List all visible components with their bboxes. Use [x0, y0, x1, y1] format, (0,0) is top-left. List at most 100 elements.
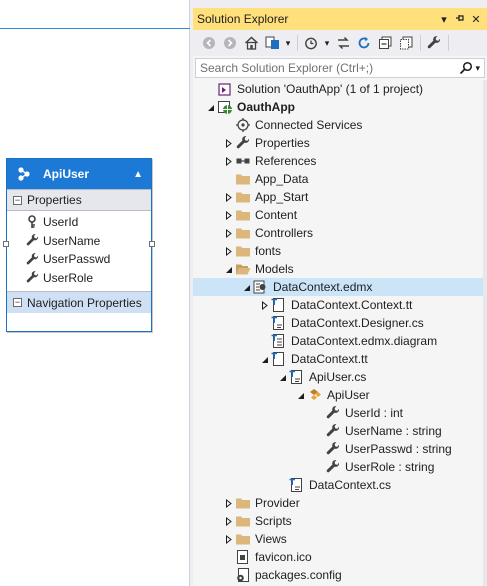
switch-views-icon[interactable]: [262, 33, 282, 53]
tree-item[interactable]: fonts: [193, 242, 487, 260]
filter-dropdown-icon[interactable]: ▾: [322, 33, 332, 53]
tree-item[interactable]: DataContext.tt: [193, 350, 487, 368]
entity-property-username[interactable]: UserName: [25, 232, 151, 251]
collapse-minus-icon[interactable]: −: [13, 195, 22, 205]
close-icon[interactable]: ✕: [469, 13, 483, 26]
switch-views-dropdown-icon[interactable]: ▾: [283, 33, 293, 53]
tree-item-label: Connected Services: [255, 118, 363, 132]
references-icon: [235, 153, 251, 169]
expanded-arrow-icon[interactable]: [239, 280, 253, 294]
collapsed-arrow-icon[interactable]: [221, 514, 235, 528]
tree-item[interactable]: Controllers: [193, 224, 487, 242]
collapsed-arrow-icon[interactable]: [221, 532, 235, 546]
resize-handle-left[interactable]: [3, 241, 9, 247]
chevron-up-icon[interactable]: ▲: [133, 169, 143, 180]
tree-item[interactable]: App_Start: [193, 188, 487, 206]
tree-item[interactable]: Properties: [193, 134, 487, 152]
tree-item[interactable]: Solution 'OauthApp' (1 of 1 project): [193, 80, 487, 98]
expanded-arrow-icon[interactable]: [275, 370, 289, 384]
collapsed-arrow-icon[interactable]: [221, 154, 235, 168]
collapsed-arrow-icon[interactable]: [221, 190, 235, 204]
expanded-arrow-icon[interactable]: [257, 352, 271, 366]
edmx-designer-canvas[interactable]: ApiUser ▲ − Properties UserId UserName U…: [0, 0, 190, 586]
tree-item-label: DataContext.edmx: [273, 280, 373, 294]
solution-explorer-title-bar[interactable]: Solution Explorer ▾ ✕: [193, 8, 487, 30]
tree-item[interactable]: OauthApp: [193, 98, 487, 116]
entity-apiuser[interactable]: ApiUser ▲ − Properties UserId UserName U…: [3, 158, 155, 332]
collapsed-arrow-icon[interactable]: [221, 208, 235, 222]
tree-item-label: App_Data: [255, 172, 309, 186]
show-all-files-icon[interactable]: [396, 33, 416, 53]
collapsed-arrow-icon[interactable]: [221, 244, 235, 258]
key-property-icon: [25, 215, 39, 229]
tree-item[interactable]: Scripts: [193, 512, 487, 530]
navigation-properties-section-header[interactable]: − Navigation Properties: [7, 291, 151, 313]
tree-item[interactable]: Provider: [193, 494, 487, 512]
entity-property-userid[interactable]: UserId: [25, 213, 151, 232]
expanded-arrow-icon[interactable]: [203, 100, 217, 114]
vertical-scrollbar[interactable]: [483, 80, 487, 586]
entity-property-label: UserRole: [43, 270, 94, 285]
tree-item[interactable]: ApiUser: [193, 386, 487, 404]
collapse-minus-icon[interactable]: −: [13, 298, 22, 307]
resize-handle-right[interactable]: [149, 241, 155, 247]
properties-section-header[interactable]: − Properties: [7, 189, 151, 211]
tree-item[interactable]: UserPasswd : string: [193, 440, 487, 458]
window-position-dropdown-icon[interactable]: ▾: [437, 13, 451, 26]
tree-item[interactable]: UserId : int: [193, 404, 487, 422]
pending-changes-filter-icon[interactable]: [301, 33, 321, 53]
entity-property-userpasswd[interactable]: UserPasswd: [25, 250, 151, 269]
entity-header[interactable]: ApiUser ▲: [7, 159, 151, 189]
tree-item[interactable]: packages.config: [193, 566, 487, 584]
tree-item[interactable]: Connected Services: [193, 116, 487, 134]
tree-item[interactable]: UserRole : string: [193, 458, 487, 476]
search-options-dropdown-icon[interactable]: ▾: [475, 63, 480, 74]
properties-wrench-icon[interactable]: [424, 33, 444, 53]
expanded-arrow-icon[interactable]: [221, 262, 235, 276]
collapsed-arrow-icon[interactable]: [221, 226, 235, 240]
solution-explorer-search[interactable]: ▾: [195, 58, 485, 78]
tree-item[interactable]: ApiUser.cs: [193, 368, 487, 386]
navigation-properties-label: Navigation Properties: [27, 295, 142, 310]
tree-item[interactable]: DataContext.edmx: [193, 278, 487, 296]
tree-item[interactable]: Views: [193, 530, 487, 548]
home-icon[interactable]: [241, 33, 261, 53]
tree-item-label: ApiUser.cs: [309, 370, 367, 384]
wrench-icon: [325, 459, 341, 475]
tree-item[interactable]: Content: [193, 206, 487, 224]
class-icon: [307, 387, 323, 403]
refresh-icon[interactable]: [354, 33, 374, 53]
search-icon[interactable]: [459, 61, 473, 75]
entity-type-icon: [15, 165, 33, 183]
entity-name: ApiUser: [43, 167, 90, 181]
tree-item[interactable]: References: [193, 152, 487, 170]
tree-item[interactable]: DataContext.Designer.cs: [193, 314, 487, 332]
tree-item[interactable]: DataContext.edmx.diagram: [193, 332, 487, 350]
tree-item[interactable]: UserName : string: [193, 422, 487, 440]
pin-icon[interactable]: [453, 13, 467, 26]
expanded-arrow-icon[interactable]: [293, 388, 307, 402]
collapse-all-icon[interactable]: [375, 33, 395, 53]
tree-item[interactable]: Models: [193, 260, 487, 278]
back-icon[interactable]: [199, 33, 219, 53]
search-input[interactable]: [200, 61, 460, 75]
sync-with-active-document-icon[interactable]: [333, 33, 353, 53]
tree-item[interactable]: DataContext.Context.tt: [193, 296, 487, 314]
tree-item-label: UserRole : string: [345, 460, 435, 474]
tree-item-label: Solution 'OauthApp' (1 of 1 project): [237, 82, 424, 96]
tree-item[interactable]: favicon.ico: [193, 548, 487, 566]
tree-item[interactable]: DataContext.cs: [193, 476, 487, 494]
entity-property-userrole[interactable]: UserRole: [25, 269, 151, 288]
forward-icon[interactable]: [220, 33, 240, 53]
connected-services-icon: [235, 117, 251, 133]
tree-item-label: UserId : int: [345, 406, 404, 420]
collapsed-arrow-icon[interactable]: [257, 298, 271, 312]
collapsed-arrow-icon[interactable]: [221, 496, 235, 510]
tree-item-label: UserName : string: [345, 424, 442, 438]
collapsed-arrow-icon[interactable]: [221, 136, 235, 150]
tree-item[interactable]: App_Data: [193, 170, 487, 188]
wrench-icon: [25, 271, 39, 285]
